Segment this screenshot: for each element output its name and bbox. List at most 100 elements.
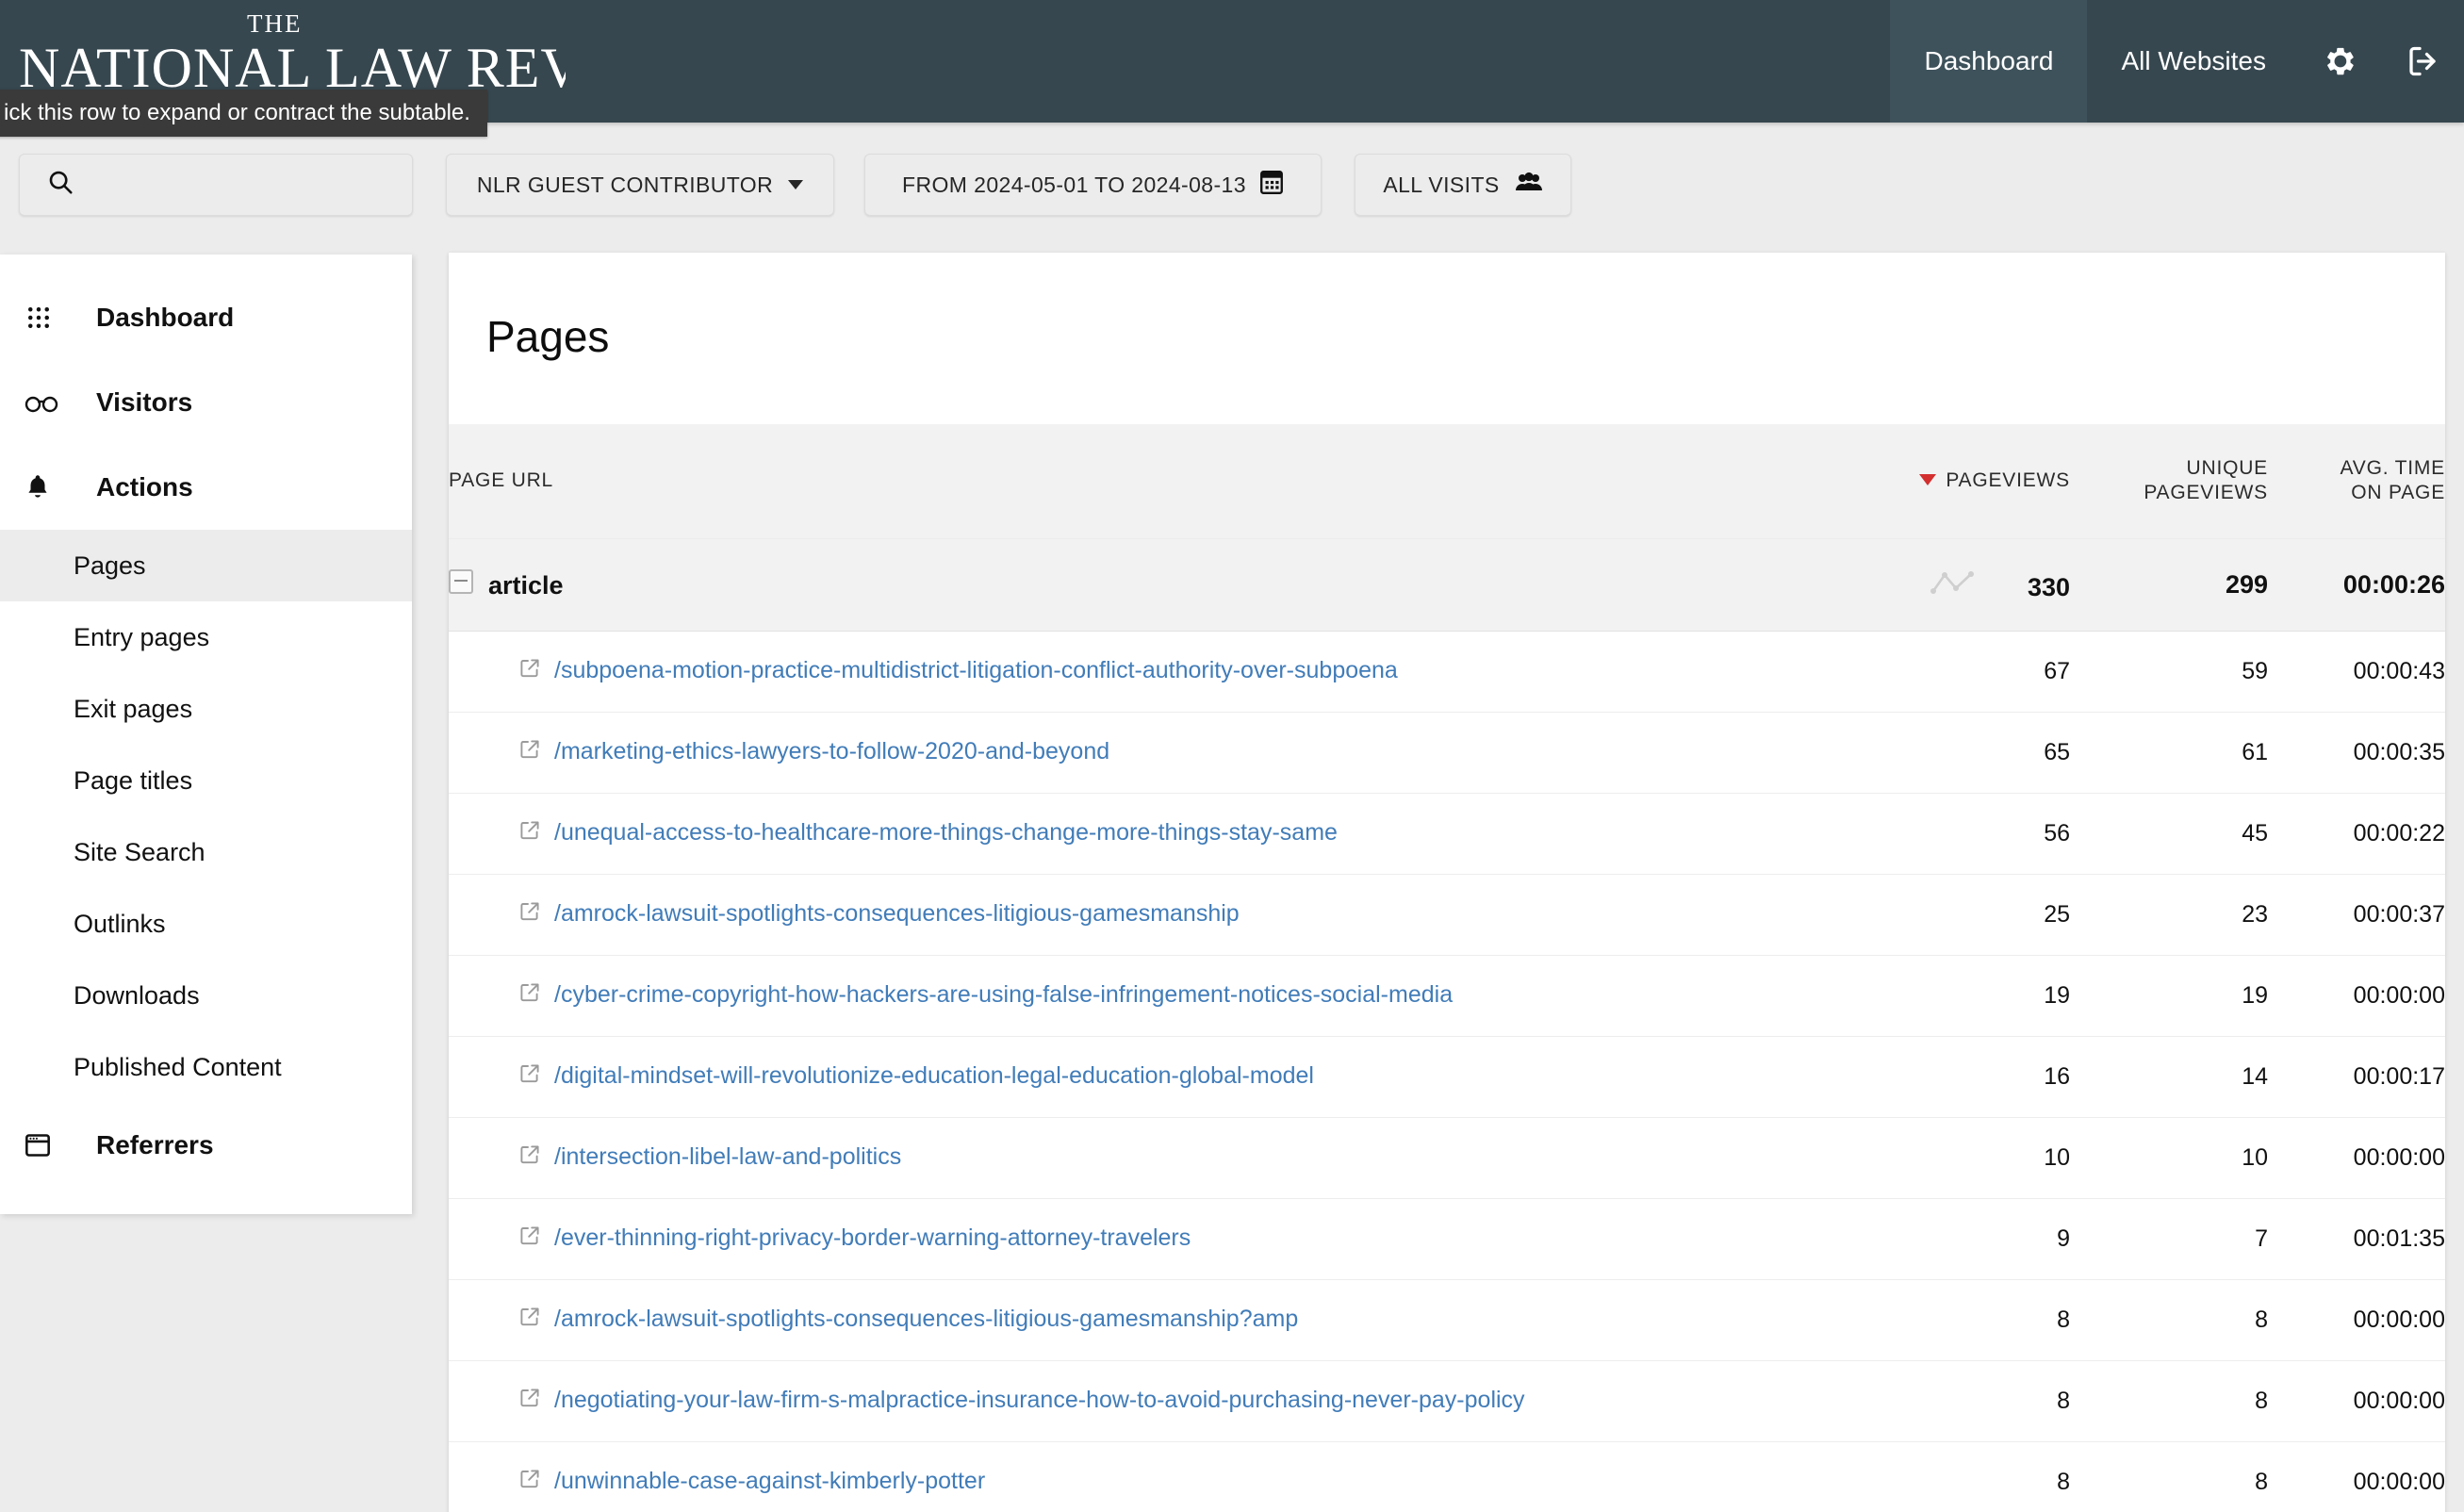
external-link-icon bbox=[518, 900, 541, 929]
row-unique-pageviews: 14 bbox=[2070, 1036, 2268, 1118]
group-row-pageviews-cell: 330 bbox=[1834, 538, 2070, 632]
external-link-icon bbox=[518, 1224, 541, 1254]
row-url-cell: /amrock-lawsuit-spotlights-consequences-… bbox=[449, 1279, 1834, 1361]
row-avg-time: 00:00:17 bbox=[2268, 1036, 2445, 1118]
table-row[interactable]: /digital-mindset-will-revolutionize-educ… bbox=[449, 1036, 2445, 1118]
nav-all-websites[interactable]: All Websites bbox=[2087, 0, 2300, 123]
table-row[interactable]: /negotiating-your-law-firm-s-malpractice… bbox=[449, 1360, 2445, 1442]
segment-selector[interactable]: NLR GUEST CONTRIBUTOR bbox=[446, 154, 834, 216]
row-unique-pageviews: 19 bbox=[2070, 955, 2268, 1037]
settings-button[interactable] bbox=[2300, 0, 2381, 123]
row-avg-time: 00:00:00 bbox=[2268, 1117, 2445, 1199]
sidebar-item-site-search[interactable]: Site Search bbox=[0, 816, 412, 888]
search-icon bbox=[46, 168, 74, 202]
row-url-link[interactable]: /amrock-lawsuit-spotlights-consequences-… bbox=[554, 1306, 1298, 1332]
sidebar-item-exit-pages[interactable]: Exit pages bbox=[0, 673, 412, 745]
minus-box-icon[interactable] bbox=[449, 568, 473, 594]
row-url-link[interactable]: /marketing-ethics-lawyers-to-follow-2020… bbox=[554, 738, 1109, 764]
table-row[interactable]: /intersection-libel-law-and-politics 10 10… bbox=[449, 1117, 2445, 1199]
sidebar-item-downloads-label: Downloads bbox=[74, 980, 200, 1010]
row-url-cell: /negotiating-your-law-firm-s-malpractice… bbox=[449, 1360, 1834, 1442]
date-range-selector[interactable]: FROM 2024-05-01 TO 2024-08-13 bbox=[864, 154, 1322, 216]
top-header-bar: THE NATIONAL LAW REVIEW Dashboard All We… bbox=[0, 0, 2464, 137]
external-link-icon bbox=[518, 981, 541, 1011]
row-url-cell: /intersection-libel-law-and-politics bbox=[449, 1117, 1834, 1199]
table-row[interactable]: /marketing-ethics-lawyers-to-follow-2020… bbox=[449, 712, 2445, 794]
row-pageviews: 19 bbox=[1834, 955, 2070, 1037]
sidebar-item-page-titles-label: Page titles bbox=[74, 765, 193, 795]
logout-button[interactable] bbox=[2381, 0, 2464, 123]
row-unique-pageviews: 8 bbox=[2070, 1279, 2268, 1361]
table-row[interactable]: /amrock-lawsuit-spotlights-consequences-… bbox=[449, 874, 2445, 956]
column-header-pageviews-label: PAGEVIEWS bbox=[1946, 469, 2070, 492]
row-url-cell: /digital-mindset-will-revolutionize-educ… bbox=[449, 1036, 1834, 1118]
row-url-link[interactable]: /negotiating-your-law-firm-s-malpractice… bbox=[554, 1387, 1525, 1413]
column-header-page-url[interactable]: PAGE URL bbox=[449, 424, 1834, 539]
users-icon bbox=[1515, 172, 1543, 198]
sidebar-item-published-content[interactable]: Published Content bbox=[0, 1031, 412, 1103]
sidebar-item-entry-pages[interactable]: Entry pages bbox=[0, 601, 412, 673]
sidebar-item-referrers[interactable]: Referrers bbox=[0, 1103, 412, 1188]
table-group-row[interactable]: article 330 299 00:00:26 bbox=[449, 538, 2445, 632]
search-input[interactable] bbox=[88, 171, 402, 199]
row-avg-time: 00:00:35 bbox=[2268, 712, 2445, 794]
visits-selector[interactable]: ALL VISITS bbox=[1355, 154, 1571, 216]
column-header-pageviews[interactable]: PAGEVIEWS bbox=[1834, 424, 2070, 539]
external-link-icon bbox=[518, 738, 541, 767]
table-row[interactable]: /amrock-lawsuit-spotlights-consequences-… bbox=[449, 1279, 2445, 1361]
row-url-link[interactable]: /ever-thinning-right-privacy-border-warn… bbox=[554, 1224, 1191, 1251]
analytics-page: THE NATIONAL LAW REVIEW Dashboard All We… bbox=[0, 0, 2464, 1512]
row-unique-pageviews: 59 bbox=[2070, 631, 2268, 713]
row-unique-pageviews: 61 bbox=[2070, 712, 2268, 794]
row-url-link[interactable]: /subpoena-motion-practice-multidistrict-… bbox=[554, 657, 1398, 683]
table-row[interactable]: /unequal-access-to-healthcare-more-thing… bbox=[449, 793, 2445, 875]
report-panel: Pages PAGE URL PAGEVIEWS UNIQUE PAGEVIEW… bbox=[449, 253, 2445, 1512]
group-row-label: article bbox=[488, 570, 564, 600]
column-header-unique-pageviews[interactable]: UNIQUE PAGEVIEWS bbox=[2070, 424, 2268, 539]
sidebar-item-page-titles[interactable]: Page titles bbox=[0, 745, 412, 816]
date-range-label: FROM 2024-05-01 TO 2024-08-13 bbox=[902, 172, 1246, 197]
column-header-avg-time-on-page[interactable]: AVG. TIME ON PAGE bbox=[2268, 424, 2445, 539]
sidebar-item-entry-pages-label: Entry pages bbox=[74, 622, 210, 651]
row-url-link[interactable]: /unequal-access-to-healthcare-more-thing… bbox=[554, 819, 1338, 846]
row-pageviews: 65 bbox=[1834, 712, 2070, 794]
row-url-link[interactable]: /digital-mindset-will-revolutionize-educ… bbox=[554, 1062, 1314, 1089]
sidebar-item-visitors[interactable]: Visitors bbox=[0, 360, 412, 445]
row-pageviews: 8 bbox=[1834, 1441, 2070, 1512]
external-link-icon bbox=[518, 819, 541, 848]
sidebar-item-dashboard[interactable]: Dashboard bbox=[0, 275, 412, 360]
sidebar-item-published-content-label: Published Content bbox=[74, 1052, 282, 1081]
row-url-link[interactable]: /cyber-crime-copyright-how-hackers-are-u… bbox=[554, 981, 1453, 1008]
sidebar-item-actions[interactable]: Actions bbox=[0, 445, 412, 530]
row-url-link[interactable]: /intersection-libel-law-and-politics bbox=[554, 1143, 901, 1170]
row-avg-time: 00:01:35 bbox=[2268, 1198, 2445, 1280]
sidebar-item-downloads[interactable]: Downloads bbox=[0, 960, 412, 1031]
gear-icon bbox=[2324, 45, 2357, 77]
sidebar-item-pages[interactable]: Pages bbox=[0, 530, 412, 601]
search-box[interactable] bbox=[19, 154, 413, 216]
external-link-icon bbox=[518, 657, 541, 686]
row-pageviews: 16 bbox=[1834, 1036, 2070, 1118]
nav-dashboard[interactable]: Dashboard bbox=[1890, 0, 2088, 123]
row-url-link[interactable]: /amrock-lawsuit-spotlights-consequences-… bbox=[554, 900, 1240, 927]
sidebar-item-outlinks[interactable]: Outlinks bbox=[0, 888, 412, 960]
sparkline-icon[interactable] bbox=[1930, 570, 1986, 601]
pages-report-table: PAGE URL PAGEVIEWS UNIQUE PAGEVIEWS AVG. bbox=[449, 424, 2445, 1512]
row-unique-pageviews: 8 bbox=[2070, 1360, 2268, 1442]
table-row[interactable]: /subpoena-motion-practice-multidistrict-… bbox=[449, 631, 2445, 713]
table-row[interactable]: /ever-thinning-right-privacy-border-warn… bbox=[449, 1198, 2445, 1280]
row-avg-time: 00:00:37 bbox=[2268, 874, 2445, 956]
chevron-down-icon bbox=[788, 180, 804, 189]
bell-icon bbox=[25, 473, 74, 501]
row-avg-time: 00:00:22 bbox=[2268, 793, 2445, 875]
row-url-cell: /unwinnable-case-against-kimberly-potter bbox=[449, 1441, 1834, 1512]
table-row[interactable]: /unwinnable-case-against-kimberly-potter… bbox=[449, 1441, 2445, 1512]
row-pageviews: 25 bbox=[1834, 874, 2070, 956]
row-unique-pageviews: 8 bbox=[2070, 1441, 2268, 1512]
table-row[interactable]: /cyber-crime-copyright-how-hackers-are-u… bbox=[449, 955, 2445, 1037]
row-url-link[interactable]: /unwinnable-case-against-kimberly-potter bbox=[554, 1468, 985, 1494]
row-unique-pageviews: 23 bbox=[2070, 874, 2268, 956]
table-header: PAGE URL PAGEVIEWS UNIQUE PAGEVIEWS AVG. bbox=[449, 424, 2445, 539]
row-url-cell: /amrock-lawsuit-spotlights-consequences-… bbox=[449, 874, 1834, 956]
nav-all-websites-label: All Websites bbox=[2121, 46, 2266, 75]
